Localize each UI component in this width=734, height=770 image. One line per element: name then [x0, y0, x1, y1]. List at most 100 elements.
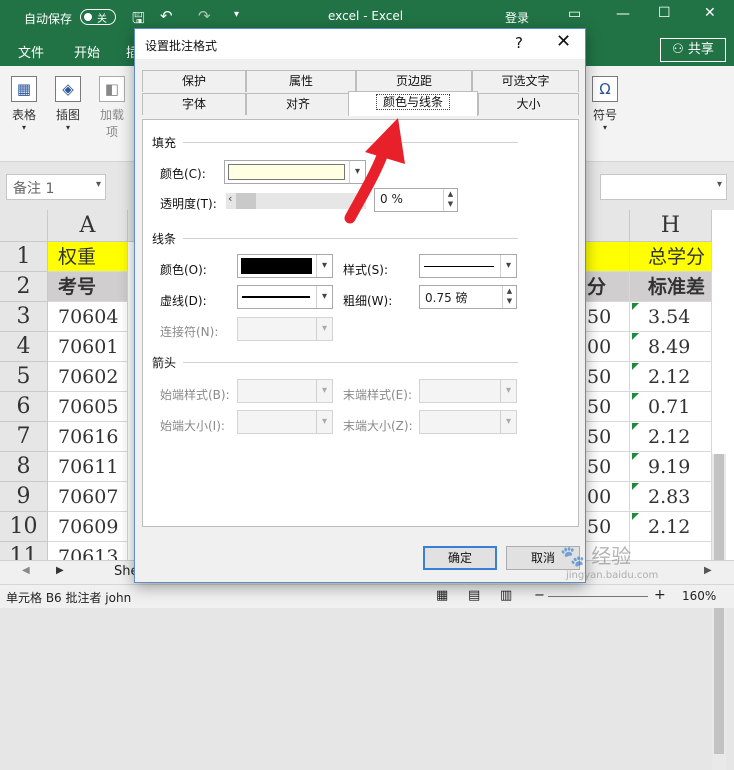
- cell-a[interactable]: 权重: [48, 242, 128, 272]
- cell-g[interactable]: 50: [585, 392, 630, 422]
- row-header[interactable]: 1: [0, 242, 48, 272]
- cell-a[interactable]: 70607: [48, 482, 128, 512]
- cell-h[interactable]: 总学分: [630, 242, 712, 272]
- slider-left-icon[interactable]: ‹: [228, 192, 232, 205]
- symbol-button[interactable]: Ω 符号 ▾: [590, 76, 620, 132]
- cell-h[interactable]: 3.54: [630, 302, 712, 332]
- cell-h[interactable]: 2.12: [630, 512, 712, 542]
- page-layout-icon[interactable]: ▤: [468, 588, 480, 603]
- row-header[interactable]: 5: [0, 362, 48, 392]
- vertical-scrollbar[interactable]: [712, 454, 726, 770]
- cell-g[interactable]: 50: [585, 452, 630, 482]
- dialog-close-button[interactable]: ✕: [556, 31, 571, 52]
- share-button[interactable]: ⚇ 共享: [660, 38, 726, 62]
- cell-g[interactable]: 50: [585, 302, 630, 332]
- undo-icon[interactable]: ↶: [160, 7, 173, 25]
- cell-a[interactable]: 考号: [48, 272, 128, 302]
- cell-h[interactable]: 标准差: [630, 272, 712, 302]
- cell-g[interactable]: 00: [585, 332, 630, 362]
- redo-icon[interactable]: ↷: [198, 7, 211, 25]
- tab-properties[interactable]: 属性: [246, 70, 356, 92]
- login-link[interactable]: 登录: [505, 9, 529, 26]
- row-header[interactable]: 3: [0, 302, 48, 332]
- end-size-dropdown[interactable]: ▾: [419, 410, 517, 434]
- cell-h[interactable]: 8.49: [630, 332, 712, 362]
- cell-a[interactable]: 70602: [48, 362, 128, 392]
- tab-home[interactable]: 开始: [74, 42, 100, 61]
- line-style-dropdown[interactable]: ▾: [419, 254, 517, 278]
- spin-updown-icon[interactable]: ▲ ▼: [443, 189, 457, 211]
- page-break-icon[interactable]: ▥: [500, 588, 512, 603]
- minimize-icon[interactable]: —: [616, 6, 630, 22]
- help-button[interactable]: ?: [515, 34, 523, 52]
- row-header[interactable]: 2: [0, 272, 48, 302]
- transparency-slider[interactable]: ‹ ›: [226, 192, 366, 209]
- normal-view-icon[interactable]: ▦: [436, 588, 448, 603]
- cell-g[interactable]: 00: [585, 482, 630, 512]
- quick-access-dropdown-icon[interactable]: ▾: [234, 9, 239, 20]
- row-header[interactable]: 9: [0, 482, 48, 512]
- column-header-h[interactable]: H: [630, 210, 712, 242]
- cell-a[interactable]: 70616: [48, 422, 128, 452]
- row-header[interactable]: 6: [0, 392, 48, 422]
- ribbon-display-icon[interactable]: ▭: [568, 6, 581, 22]
- select-all-corner[interactable]: [0, 210, 48, 242]
- cell-a[interactable]: 70611: [48, 452, 128, 482]
- illustration-button[interactable]: ◈ 插图 ▾: [52, 76, 84, 132]
- transparency-spinner[interactable]: 0 % ▲ ▼: [374, 188, 458, 212]
- tab-alt-text[interactable]: 可选文字: [472, 70, 579, 92]
- cell-h[interactable]: 2.83: [630, 482, 712, 512]
- end-style-dropdown[interactable]: ▾: [419, 379, 517, 403]
- cell-h[interactable]: 2.12: [630, 362, 712, 392]
- column-header-a[interactable]: A: [48, 210, 128, 242]
- autosave-toggle[interactable]: 关: [80, 9, 116, 25]
- slider-thumb[interactable]: [236, 193, 256, 209]
- begin-size-dropdown[interactable]: ▾: [237, 410, 333, 434]
- line-color-dropdown[interactable]: ▾: [237, 254, 333, 278]
- zoom-level[interactable]: 160%: [682, 589, 716, 603]
- chevron-down-icon: ▾: [95, 179, 101, 190]
- cell-h[interactable]: 9.19: [630, 452, 712, 482]
- tab-colors-and-lines[interactable]: 颜色与线条: [348, 91, 478, 116]
- weight-spinner[interactable]: 0.75 磅 ▲ ▼: [419, 285, 517, 309]
- slider-right-icon[interactable]: ›: [360, 192, 364, 205]
- scroll-left-icon[interactable]: ◀: [22, 565, 30, 576]
- cell-h[interactable]: 2.12: [630, 422, 712, 452]
- tab-margins[interactable]: 页边距: [356, 70, 472, 92]
- cell-a[interactable]: 70604: [48, 302, 128, 332]
- name-box[interactable]: 备注 1 ▾: [6, 174, 106, 200]
- tab-size[interactable]: 大小: [478, 93, 579, 115]
- arrows-section-title: 箭头: [152, 356, 177, 370]
- ok-button[interactable]: 确定: [423, 546, 497, 570]
- connector-dropdown[interactable]: ▾: [237, 317, 333, 341]
- cell-a[interactable]: 70609: [48, 512, 128, 542]
- cell-a[interactable]: 70605: [48, 392, 128, 422]
- cell-a[interactable]: 70601: [48, 332, 128, 362]
- row-header[interactable]: 8: [0, 452, 48, 482]
- window-close-icon[interactable]: ✕: [704, 5, 716, 21]
- spin-updown-icon[interactable]: ▲ ▼: [502, 286, 516, 308]
- begin-style-dropdown[interactable]: ▾: [237, 379, 333, 403]
- cell-g[interactable]: 50: [585, 362, 630, 392]
- tab-font[interactable]: 字体: [142, 93, 246, 115]
- cell-g[interactable]: [585, 242, 630, 272]
- dash-dropdown[interactable]: ▾: [237, 285, 333, 309]
- zoom-slider[interactable]: [548, 596, 648, 597]
- row-header[interactable]: 4: [0, 332, 48, 362]
- row-header[interactable]: 10: [0, 512, 48, 542]
- zoom-out-icon[interactable]: −: [534, 588, 545, 603]
- cell-h[interactable]: 0.71: [630, 392, 712, 422]
- cell-g[interactable]: 50: [585, 512, 630, 542]
- scroll-right-icon[interactable]: ▶: [56, 565, 64, 576]
- tab-protection[interactable]: 保护: [142, 70, 246, 92]
- addins-button[interactable]: ◧ 加载 项: [96, 76, 128, 140]
- tab-file[interactable]: 文件: [18, 42, 44, 61]
- cell-g[interactable]: 50: [585, 422, 630, 452]
- table-button[interactable]: ▦ 表格 ▾: [8, 76, 40, 132]
- maximize-icon[interactable]: ☐: [658, 5, 671, 21]
- fill-color-dropdown[interactable]: ▾: [224, 160, 366, 184]
- row-header[interactable]: 7: [0, 422, 48, 452]
- formula-input[interactable]: ▾: [600, 174, 727, 200]
- tab-alignment[interactable]: 对齐: [246, 93, 350, 115]
- cell-g[interactable]: 分: [585, 272, 630, 302]
